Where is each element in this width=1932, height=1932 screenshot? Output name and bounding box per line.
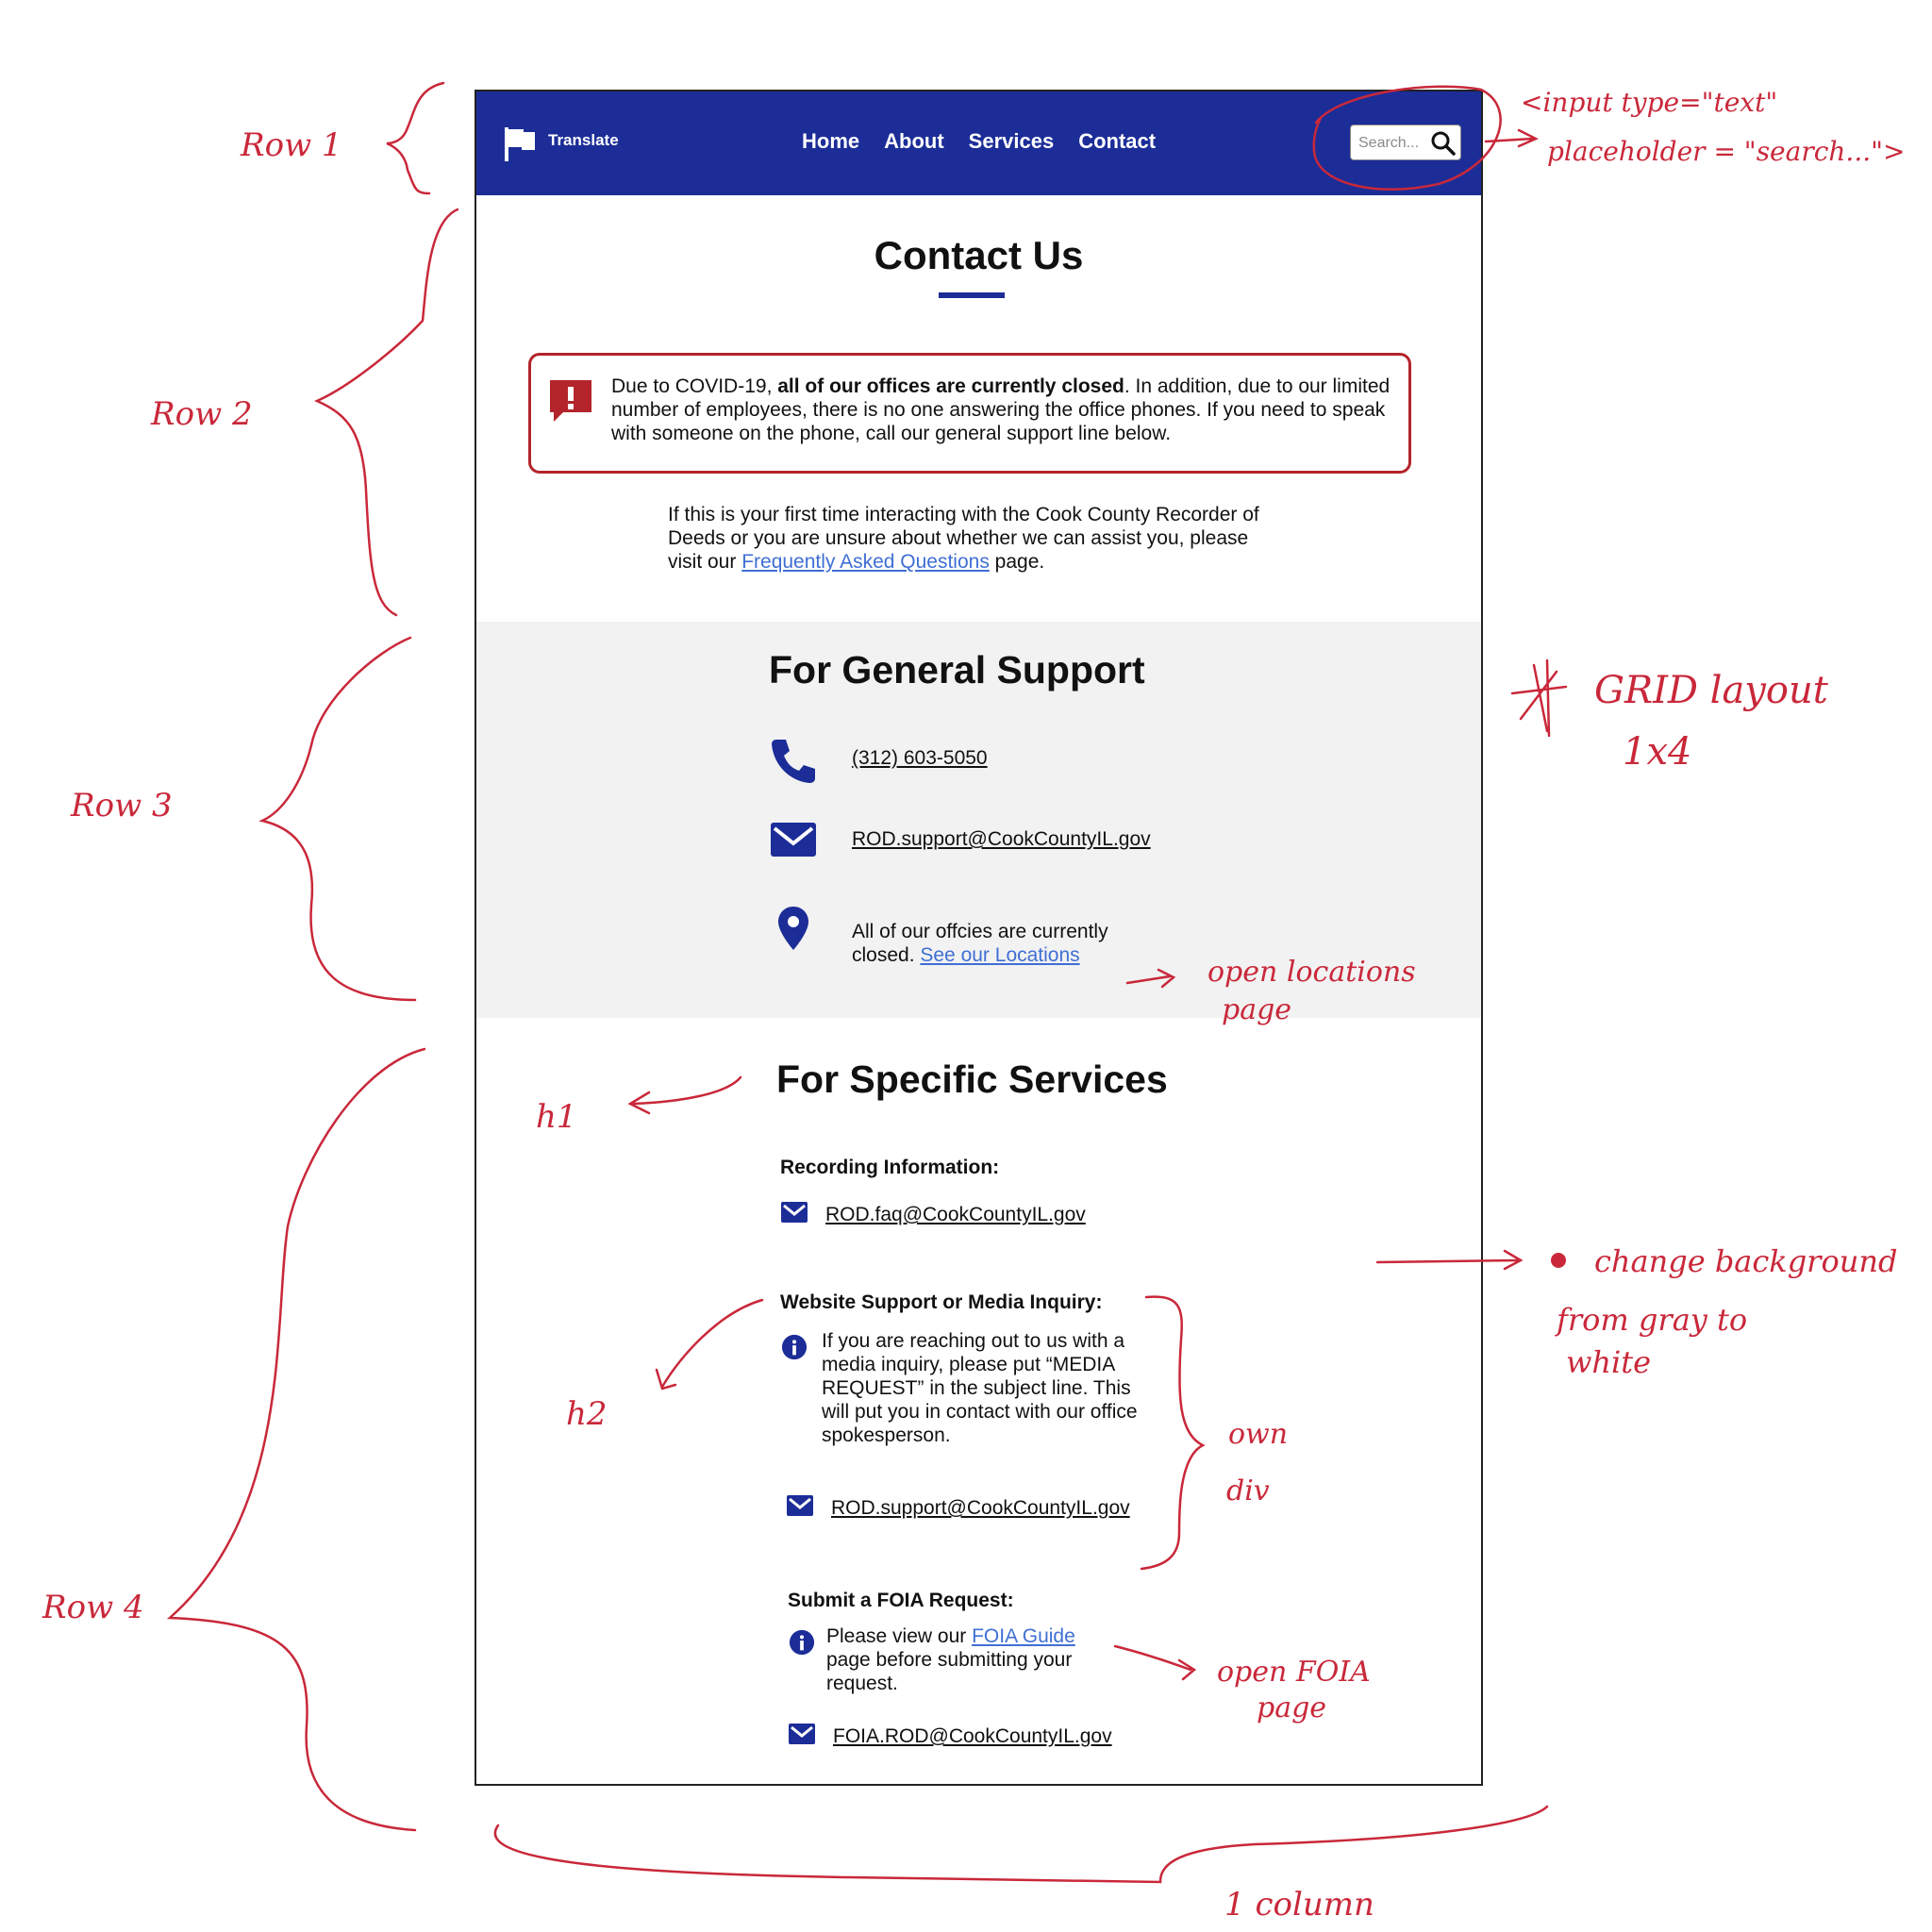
page-title: Contact Us bbox=[874, 233, 1084, 277]
input-note-2: placeholder = "search..."> bbox=[1547, 136, 1905, 167]
grid-note-2: 1x4 bbox=[1623, 730, 1691, 774]
flag-icon bbox=[505, 127, 535, 161]
nav-home[interactable]: Home bbox=[802, 129, 859, 154]
email-icon bbox=[781, 1202, 808, 1223]
column-brace bbox=[493, 1805, 1549, 1884]
column-note: 1 column bbox=[1224, 1886, 1374, 1924]
specific-services-heading: For Specific Services bbox=[776, 1058, 1168, 1101]
row3-label: Row 3 bbox=[70, 787, 173, 824]
alert-icon bbox=[550, 380, 591, 422]
website-support-email-link[interactable]: ROD.support@CookCountyIL.gov bbox=[831, 1496, 1130, 1520]
search-icon[interactable] bbox=[1430, 130, 1457, 157]
specific-services-section: For Specific Services Recording Informat… bbox=[476, 1018, 1481, 1784]
star-mark bbox=[1510, 658, 1568, 738]
background-note-2: from gray to bbox=[1555, 1302, 1747, 1338]
bullet-dot bbox=[1551, 1253, 1566, 1268]
translate-label: Translate bbox=[548, 131, 619, 149]
translate-button[interactable]: Translate bbox=[503, 125, 619, 163]
foia-email-link[interactable]: FOIA.ROD@CookCountyIL.gov bbox=[833, 1724, 1112, 1748]
location-note: All of our offcies are currently closed.… bbox=[852, 920, 1135, 967]
foia-heading: Submit a FOIA Request: bbox=[788, 1590, 1014, 1611]
row2-brace bbox=[313, 208, 459, 617]
row4-brace bbox=[166, 1047, 426, 1832]
background-note-1: change background bbox=[1594, 1243, 1897, 1279]
page-frame: Translate Home About Services Contact Co… bbox=[475, 90, 1483, 1786]
media-inquiry-info: If you are reaching out to us with a med… bbox=[822, 1330, 1138, 1446]
foia-info: Please view our FOIA Guide page before s… bbox=[826, 1624, 1109, 1695]
phone-icon bbox=[772, 740, 815, 783]
recording-heading: Recording Information: bbox=[780, 1157, 1000, 1178]
main-nav: Home About Services Contact bbox=[802, 129, 1156, 154]
covid-alert: Due to COVID-19, all of our offices are … bbox=[528, 353, 1411, 474]
email-icon bbox=[787, 1495, 813, 1516]
info-icon bbox=[789, 1629, 815, 1656]
input-arrow bbox=[1484, 128, 1539, 148]
general-phone-link[interactable]: (312) 603-5050 bbox=[852, 746, 988, 770]
navbar: Translate Home About Services Contact bbox=[476, 92, 1481, 195]
general-support-heading: For General Support bbox=[769, 648, 1145, 691]
row3-brace bbox=[258, 636, 417, 1002]
email-icon bbox=[771, 823, 816, 857]
row1-label: Row 1 bbox=[240, 126, 342, 164]
nav-contact[interactable]: Contact bbox=[1078, 129, 1156, 154]
general-support-section: For General Support (312) 603-5050 ROD.s… bbox=[476, 622, 1481, 1018]
foia-guide-link[interactable]: FOIA Guide bbox=[972, 1625, 1075, 1647]
row1-brace bbox=[386, 81, 445, 195]
faq-link[interactable]: Frequently Asked Questions bbox=[741, 551, 990, 573]
foia-info-text-end: page before submitting your request. bbox=[826, 1649, 1073, 1694]
alert-text: Due to COVID-19, bbox=[611, 375, 778, 397]
foia-info-text: Please view our bbox=[826, 1625, 973, 1647]
alert-message: Due to COVID-19, all of our offices are … bbox=[611, 375, 1394, 445]
title-underline bbox=[939, 292, 1005, 298]
locations-link[interactable]: See our Locations bbox=[920, 944, 1079, 966]
nav-about[interactable]: About bbox=[884, 129, 944, 154]
grid-note-1: GRID layout bbox=[1594, 669, 1829, 712]
recording-email-link[interactable]: ROD.faq@CookCountyIL.gov bbox=[825, 1203, 1086, 1226]
input-note-1: <input type="text" bbox=[1521, 87, 1777, 118]
background-note-3: white bbox=[1566, 1344, 1651, 1380]
intro-text-end: page. bbox=[989, 551, 1045, 573]
email-icon bbox=[789, 1724, 815, 1744]
row2-label: Row 2 bbox=[150, 395, 253, 433]
search-input[interactable] bbox=[1357, 130, 1434, 157]
alert-emphasis: all of our offices are currently closed bbox=[777, 375, 1124, 397]
intro-paragraph: If this is your first time interacting w… bbox=[668, 503, 1272, 574]
website-support-heading: Website Support or Media Inquiry: bbox=[780, 1291, 1103, 1313]
info-icon bbox=[781, 1334, 808, 1360]
row4-label: Row 4 bbox=[42, 1589, 144, 1626]
search-box bbox=[1350, 125, 1461, 160]
location-pin-icon bbox=[778, 907, 808, 950]
nav-services[interactable]: Services bbox=[969, 129, 1055, 154]
general-email-link[interactable]: ROD.support@CookCountyIL.gov bbox=[852, 827, 1151, 851]
